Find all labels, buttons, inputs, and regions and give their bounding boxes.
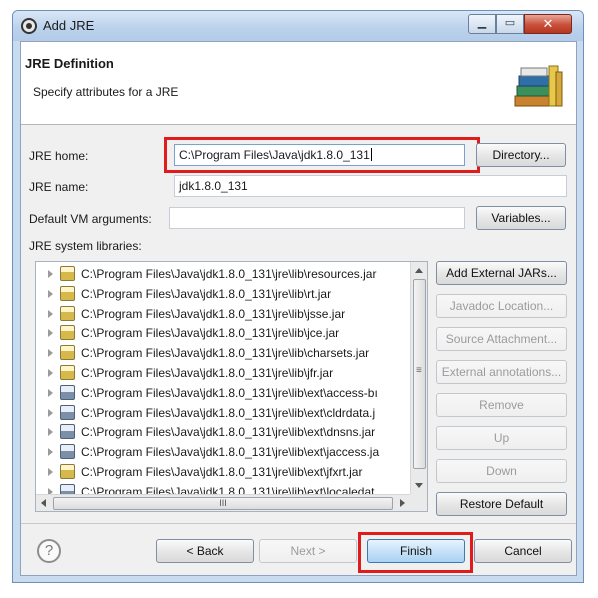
scroll-left-arrow-icon[interactable] bbox=[41, 499, 46, 507]
library-row[interactable]: C:\Program Files\Java\jdk1.8.0_131\jre\l… bbox=[36, 482, 410, 494]
library-path: C:\Program Files\Java\jdk1.8.0_131\jre\l… bbox=[81, 286, 332, 301]
expand-arrow-icon[interactable] bbox=[48, 270, 53, 278]
jre-home-input[interactable]: C:\Program Files\Java\jdk1.8.0_131 bbox=[174, 144, 465, 166]
library-row[interactable]: C:\Program Files\Java\jdk1.8.0_131\jre\l… bbox=[36, 323, 410, 343]
library-path: C:\Program Files\Java\jdk1.8.0_131\jre\l… bbox=[81, 306, 346, 321]
ext-jar-icon bbox=[60, 404, 75, 420]
vm-args-input[interactable] bbox=[169, 207, 465, 229]
horizontal-scroll-thumb[interactable]: III bbox=[53, 497, 393, 510]
ext-jar-icon bbox=[60, 483, 75, 494]
library-path: C:\Program Files\Java\jdk1.8.0_131\jre\l… bbox=[81, 445, 380, 460]
variables-button[interactable]: Variables... bbox=[476, 206, 566, 230]
javadoc-location-button[interactable]: Javadoc Location... bbox=[436, 294, 567, 318]
expand-arrow-icon[interactable] bbox=[48, 448, 53, 457]
expand-arrow-icon[interactable] bbox=[48, 368, 53, 377]
library-row[interactable]: C:\Program Files\Java\jdk1.8.0_131\jre\l… bbox=[36, 343, 410, 363]
help-icon[interactable]: ? bbox=[37, 539, 61, 563]
expand-arrow-icon[interactable] bbox=[48, 388, 53, 397]
ext-jar-icon bbox=[60, 384, 75, 400]
expand-arrow-icon[interactable] bbox=[48, 349, 53, 358]
vertical-scrollbar[interactable]: ≡ bbox=[410, 262, 427, 494]
page-title: JRE Definition bbox=[25, 56, 114, 71]
remove-button[interactable]: Remove bbox=[436, 393, 567, 417]
scroll-corner bbox=[410, 494, 427, 511]
directory-button[interactable]: Directory... bbox=[476, 143, 566, 167]
down-button[interactable]: Down bbox=[436, 459, 567, 483]
jar-icon bbox=[60, 266, 75, 281]
library-path: C:\Program Files\Java\jdk1.8.0_131\jre\l… bbox=[81, 326, 340, 341]
expand-arrow-icon[interactable] bbox=[48, 408, 53, 417]
jar-icon bbox=[60, 345, 75, 361]
window-title: Add JRE bbox=[43, 18, 95, 33]
title-bar[interactable]: Add JRE ▁ ▭ ✕ bbox=[13, 11, 583, 41]
restore-default-button[interactable]: Restore Default bbox=[436, 492, 567, 516]
library-rows: C:\Program Files\Java\jdk1.8.0_131\jre\l… bbox=[36, 264, 410, 494]
system-libraries-label: JRE system libraries: bbox=[29, 239, 142, 253]
maximize-icon: ▭ bbox=[504, 17, 516, 29]
library-row[interactable]: C:\Program Files\Java\jdk1.8.0_131\jre\l… bbox=[36, 422, 410, 442]
close-icon: ✕ bbox=[542, 16, 554, 31]
vertical-scroll-thumb[interactable]: ≡ bbox=[413, 279, 426, 469]
library-path: C:\Program Files\Java\jdk1.8.0_131\jre\l… bbox=[81, 405, 376, 420]
library-path: C:\Program Files\Java\jdk1.8.0_131\jre\l… bbox=[81, 464, 363, 479]
header-panel: JRE Definition Specify attributes for a … bbox=[21, 42, 576, 125]
jre-home-value: C:\Program Files\Java\jdk1.8.0_131 bbox=[179, 148, 370, 162]
up-button[interactable]: Up bbox=[436, 426, 567, 450]
scroll-down-arrow-icon[interactable] bbox=[415, 483, 423, 488]
system-libraries-list[interactable]: C:\Program Files\Java\jdk1.8.0_131\jre\l… bbox=[35, 261, 428, 512]
jre-name-input[interactable]: jdk1.8.0_131 bbox=[174, 175, 567, 197]
library-path: C:\Program Files\Java\jdk1.8.0_131\jre\l… bbox=[81, 425, 376, 440]
library-row[interactable]: C:\Program Files\Java\jdk1.8.0_131\jre\l… bbox=[36, 264, 410, 284]
jar-icon bbox=[60, 305, 75, 321]
vm-args-label: Default VM arguments: bbox=[29, 212, 152, 226]
close-button[interactable]: ✕ bbox=[524, 14, 572, 34]
library-path: C:\Program Files\Java\jdk1.8.0_131\jre\l… bbox=[81, 365, 334, 380]
finish-button[interactable]: Finish bbox=[367, 539, 465, 563]
add-jre-dialog: Add JRE ▁ ▭ ✕ JRE Definition Specify att… bbox=[12, 10, 584, 583]
external-annotations-button[interactable]: External annotations... bbox=[436, 360, 567, 384]
eclipse-app-icon bbox=[21, 18, 37, 34]
library-path: C:\Program Files\Java\jdk1.8.0_131\jre\l… bbox=[81, 484, 375, 494]
library-books-icon bbox=[514, 65, 563, 107]
source-attachment-button[interactable]: Source Attachment... bbox=[436, 327, 567, 351]
next-button[interactable]: Next > bbox=[259, 539, 357, 563]
library-row[interactable]: C:\Program Files\Java\jdk1.8.0_131\jre\l… bbox=[36, 383, 410, 403]
jre-name-label: JRE name: bbox=[29, 180, 89, 194]
vertical-grip-icon: ≡ bbox=[416, 365, 422, 376]
expand-arrow-icon[interactable] bbox=[48, 428, 53, 437]
jar-icon bbox=[60, 463, 75, 479]
library-path: C:\Program Files\Java\jdk1.8.0_131\jre\l… bbox=[81, 267, 377, 281]
expand-arrow-icon[interactable] bbox=[48, 467, 53, 476]
minimize-icon: ▁ bbox=[477, 17, 487, 29]
library-row[interactable]: C:\Program Files\Java\jdk1.8.0_131\jre\l… bbox=[36, 304, 410, 324]
library-row[interactable]: C:\Program Files\Java\jdk1.8.0_131\jre\l… bbox=[36, 442, 410, 462]
horizontal-scrollbar[interactable]: III bbox=[36, 494, 410, 511]
scroll-right-arrow-icon[interactable] bbox=[400, 499, 405, 507]
library-path: C:\Program Files\Java\jdk1.8.0_131\jre\l… bbox=[81, 346, 370, 361]
expand-arrow-icon[interactable] bbox=[48, 309, 53, 318]
back-button[interactable]: < Back bbox=[156, 539, 254, 563]
jar-icon bbox=[60, 285, 75, 301]
ext-jar-icon bbox=[60, 424, 75, 440]
library-path: C:\Program Files\Java\jdk1.8.0_131\jre\l… bbox=[81, 385, 378, 400]
library-row[interactable]: C:\Program Files\Java\jdk1.8.0_131\jre\l… bbox=[36, 363, 410, 383]
scroll-up-arrow-icon[interactable] bbox=[415, 268, 423, 273]
expand-arrow-icon[interactable] bbox=[48, 289, 53, 298]
add-external-jars-button[interactable]: Add External JARs... bbox=[436, 261, 567, 285]
library-row[interactable]: C:\Program Files\Java\jdk1.8.0_131\jre\l… bbox=[36, 284, 410, 304]
jre-home-label: JRE home: bbox=[29, 149, 89, 163]
library-row[interactable]: C:\Program Files\Java\jdk1.8.0_131\jre\l… bbox=[36, 462, 410, 482]
text-caret bbox=[370, 148, 372, 161]
footer-separator bbox=[21, 523, 576, 524]
page-subtitle: Specify attributes for a JRE bbox=[33, 85, 179, 99]
maximize-button[interactable]: ▭ bbox=[496, 14, 524, 34]
expand-arrow-icon[interactable] bbox=[48, 329, 53, 338]
jar-icon bbox=[60, 364, 75, 380]
jar-icon bbox=[60, 325, 75, 341]
dialog-content: JRE Definition Specify attributes for a … bbox=[20, 41, 577, 576]
library-row[interactable]: C:\Program Files\Java\jdk1.8.0_131\jre\l… bbox=[36, 403, 410, 423]
cancel-button[interactable]: Cancel bbox=[474, 539, 572, 563]
minimize-button[interactable]: ▁ bbox=[468, 14, 496, 34]
ext-jar-icon bbox=[60, 444, 75, 460]
